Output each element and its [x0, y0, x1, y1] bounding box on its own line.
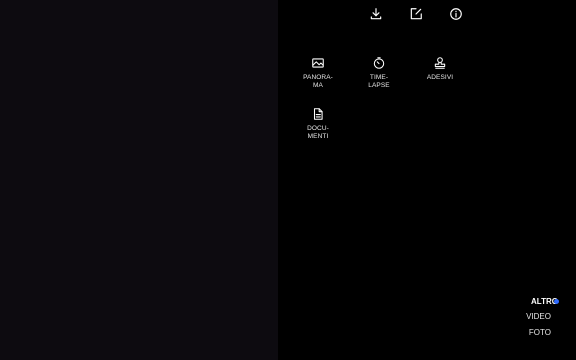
document-icon — [310, 106, 326, 122]
mode-stickers-label: ADESIVI — [426, 74, 454, 81]
info-icon[interactable] — [447, 5, 465, 23]
mode-switch-foto[interactable]: FOTO — [529, 328, 551, 337]
edit-icon[interactable] — [407, 5, 425, 23]
camera-screen: PANORA- MA TIME- LAPSE ADESIVI DOCU- MEN… — [0, 0, 576, 360]
camera-viewfinder[interactable] — [0, 0, 278, 360]
mode-switch-video[interactable]: VIDEO — [526, 312, 551, 321]
mode-documents-button[interactable]: DOCU- MENTI — [294, 106, 342, 141]
mode-switch-video-label: VIDEO — [526, 312, 551, 321]
mode-panorama-label: PANORA- MA — [303, 74, 333, 89]
download-icon[interactable] — [367, 5, 385, 23]
mode-stickers-button[interactable]: ADESIVI — [416, 55, 464, 82]
panorama-icon — [310, 55, 326, 71]
mode-documents-label: DOCU- MENTI — [307, 125, 329, 140]
mode-timelapse-label: TIME- LAPSE — [368, 74, 390, 89]
active-mode-indicator — [554, 299, 559, 304]
mode-timelapse-button[interactable]: TIME- LAPSE — [355, 55, 403, 90]
timer-icon — [371, 55, 387, 71]
stamp-icon — [432, 55, 448, 71]
mode-switch-foto-label: FOTO — [528, 328, 551, 337]
mode-panorama-button[interactable]: PANORA- MA — [294, 55, 342, 90]
